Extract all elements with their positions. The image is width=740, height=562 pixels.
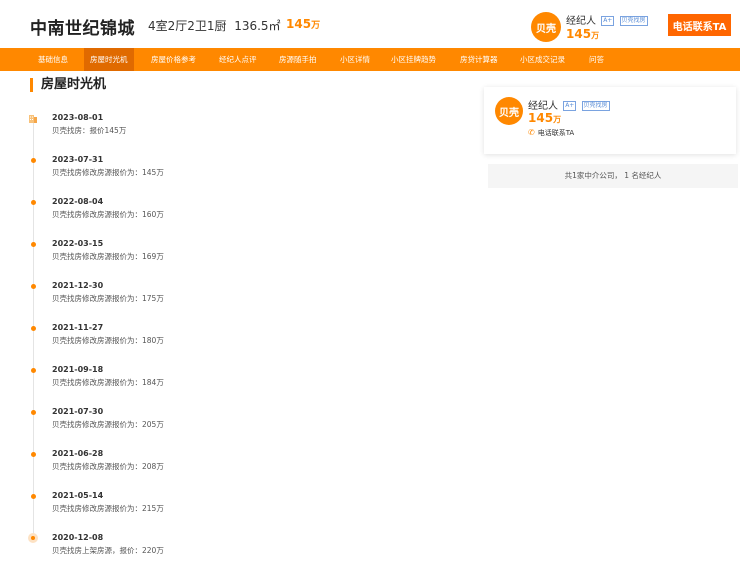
call-agent-button[interactable]: 电话联系TA (668, 14, 731, 36)
agent-card-price-unit: 万 (553, 115, 562, 124)
building-icon (29, 115, 37, 123)
timeline-desc: 贝壳找房修改房源报价为：205万 (52, 420, 164, 429)
page-title: 中南世纪锦城 (30, 19, 135, 39)
timeline-date: 2020-12-08 (52, 533, 104, 542)
timeline-dot (31, 494, 36, 499)
agent-card-price-value: 145 (528, 111, 554, 125)
agent-tag-platform: 贝壳找房 (619, 16, 648, 26)
house-specs: 4室2厅2卫1厨 136.5㎡ (148, 17, 281, 34)
timeline-desc: 贝壳找房上架房源，报价：220万 (52, 546, 164, 555)
timeline-dot (31, 158, 36, 163)
timeline-dot (31, 326, 36, 331)
agent-card-tag-level: A+ (563, 101, 577, 111)
timeline-dot (31, 242, 36, 247)
agent-name[interactable]: 经纪人 (566, 16, 596, 27)
timeline-date: 2021-06-28 (52, 449, 104, 458)
timeline-dot-start (28, 533, 38, 543)
timeline-dot (31, 284, 36, 289)
section-title: 房屋时光机 (30, 78, 106, 92)
agent-card-phone-link[interactable]: ✆ 电话联系TA (528, 128, 574, 138)
header-price: 145万 (286, 17, 320, 31)
nav-mortgage-calculator[interactable]: 房贷计算器 (460, 48, 498, 71)
header-price-unit: 万 (311, 21, 321, 31)
timeline-date: 2023-08-01 (52, 113, 104, 122)
nav-listing-trend[interactable]: 小区挂牌趋势 (391, 48, 436, 71)
section-nav: 基础信息 房屋时光机 房屋价格参考 经纪人点评 房源随手拍 小区详情 小区挂牌趋… (0, 48, 740, 71)
agent-card-phone-label: 电话联系TA (537, 129, 575, 137)
agent-card-price: 145万 (528, 111, 561, 125)
nav-price-reference[interactable]: 房屋价格参考 (151, 48, 196, 71)
timeline-date: 2022-03-15 (52, 239, 104, 248)
timeline-desc: 贝壳找房修改房源报价为：215万 (52, 504, 164, 513)
timeline-date: 2021-09-18 (52, 365, 104, 374)
timeline-date: 2021-05-14 (52, 491, 104, 500)
agent-avatar[interactable]: 贝壳 (531, 12, 561, 42)
nav-transaction-records[interactable]: 小区成交记录 (520, 48, 565, 71)
timeline-desc: 贝壳找房修改房源报价为：180万 (52, 336, 164, 345)
agent-card-avatar[interactable]: 贝壳 (495, 97, 523, 125)
agent-price-value: 145 (566, 27, 592, 41)
nav-community-details[interactable]: 小区详情 (340, 48, 370, 71)
agent-tag-level: A+ (601, 16, 615, 26)
timeline-dot (31, 410, 36, 415)
timeline-desc: 贝壳找房：报价145万 (52, 126, 127, 135)
timeline-desc: 贝壳找房修改房源报价为：184万 (52, 378, 164, 387)
house-area: 136.5㎡ (234, 19, 281, 33)
agent-name-row: 经纪人 A+ 贝壳找房 (566, 12, 648, 27)
house-layout: 4室2厅2卫1厨 (148, 19, 227, 33)
nav-house-timeline[interactable]: 房屋时光机 (84, 48, 134, 71)
agent-price-unit: 万 (591, 31, 600, 40)
timeline-desc: 贝壳找房修改房源报价为：145万 (52, 168, 164, 177)
agent-price: 145万 (566, 27, 599, 41)
timeline-dot (31, 368, 36, 373)
timeline-desc: 贝壳找房修改房源报价为：169万 (52, 252, 164, 261)
nav-qa[interactable]: 问答 (589, 48, 604, 71)
timeline-desc: 贝壳找房修改房源报价为：175万 (52, 294, 164, 303)
agent-card-name-row: 经纪人 A+ 贝壳找房 (528, 97, 610, 112)
phone-icon: ✆ (528, 128, 535, 137)
timeline-date: 2021-12-30 (52, 281, 104, 290)
header-price-value: 145 (286, 17, 312, 31)
timeline-date: 2023-07-31 (52, 155, 104, 164)
timeline-date: 2022-08-04 (52, 197, 104, 206)
agent-card: 贝壳 经纪人 A+ 贝壳找房 145万 ✆ 电话联系TA (484, 87, 736, 154)
timeline-dot (31, 200, 36, 205)
nav-agent-reviews[interactable]: 经纪人点评 (219, 48, 257, 71)
agent-card-tag-platform: 贝壳找房 (581, 101, 610, 111)
timeline-date: 2021-11-27 (52, 323, 104, 332)
nav-house-photos[interactable]: 房源随手拍 (279, 48, 317, 71)
timeline-dot (31, 452, 36, 457)
timeline-desc: 贝壳找房修改房源报价为：160万 (52, 210, 164, 219)
nav-basic-info[interactable]: 基础信息 (38, 48, 68, 71)
timeline-date: 2021-07-30 (52, 407, 104, 416)
timeline-desc: 贝壳找房修改房源报价为：208万 (52, 462, 164, 471)
agency-summary: 共1家中介公司， 1 名经纪人 (488, 164, 738, 188)
header: 中南世纪锦城 4室2厅2卫1厨 136.5㎡ 145万 贝壳 经纪人 A+ 贝壳… (0, 0, 740, 48)
